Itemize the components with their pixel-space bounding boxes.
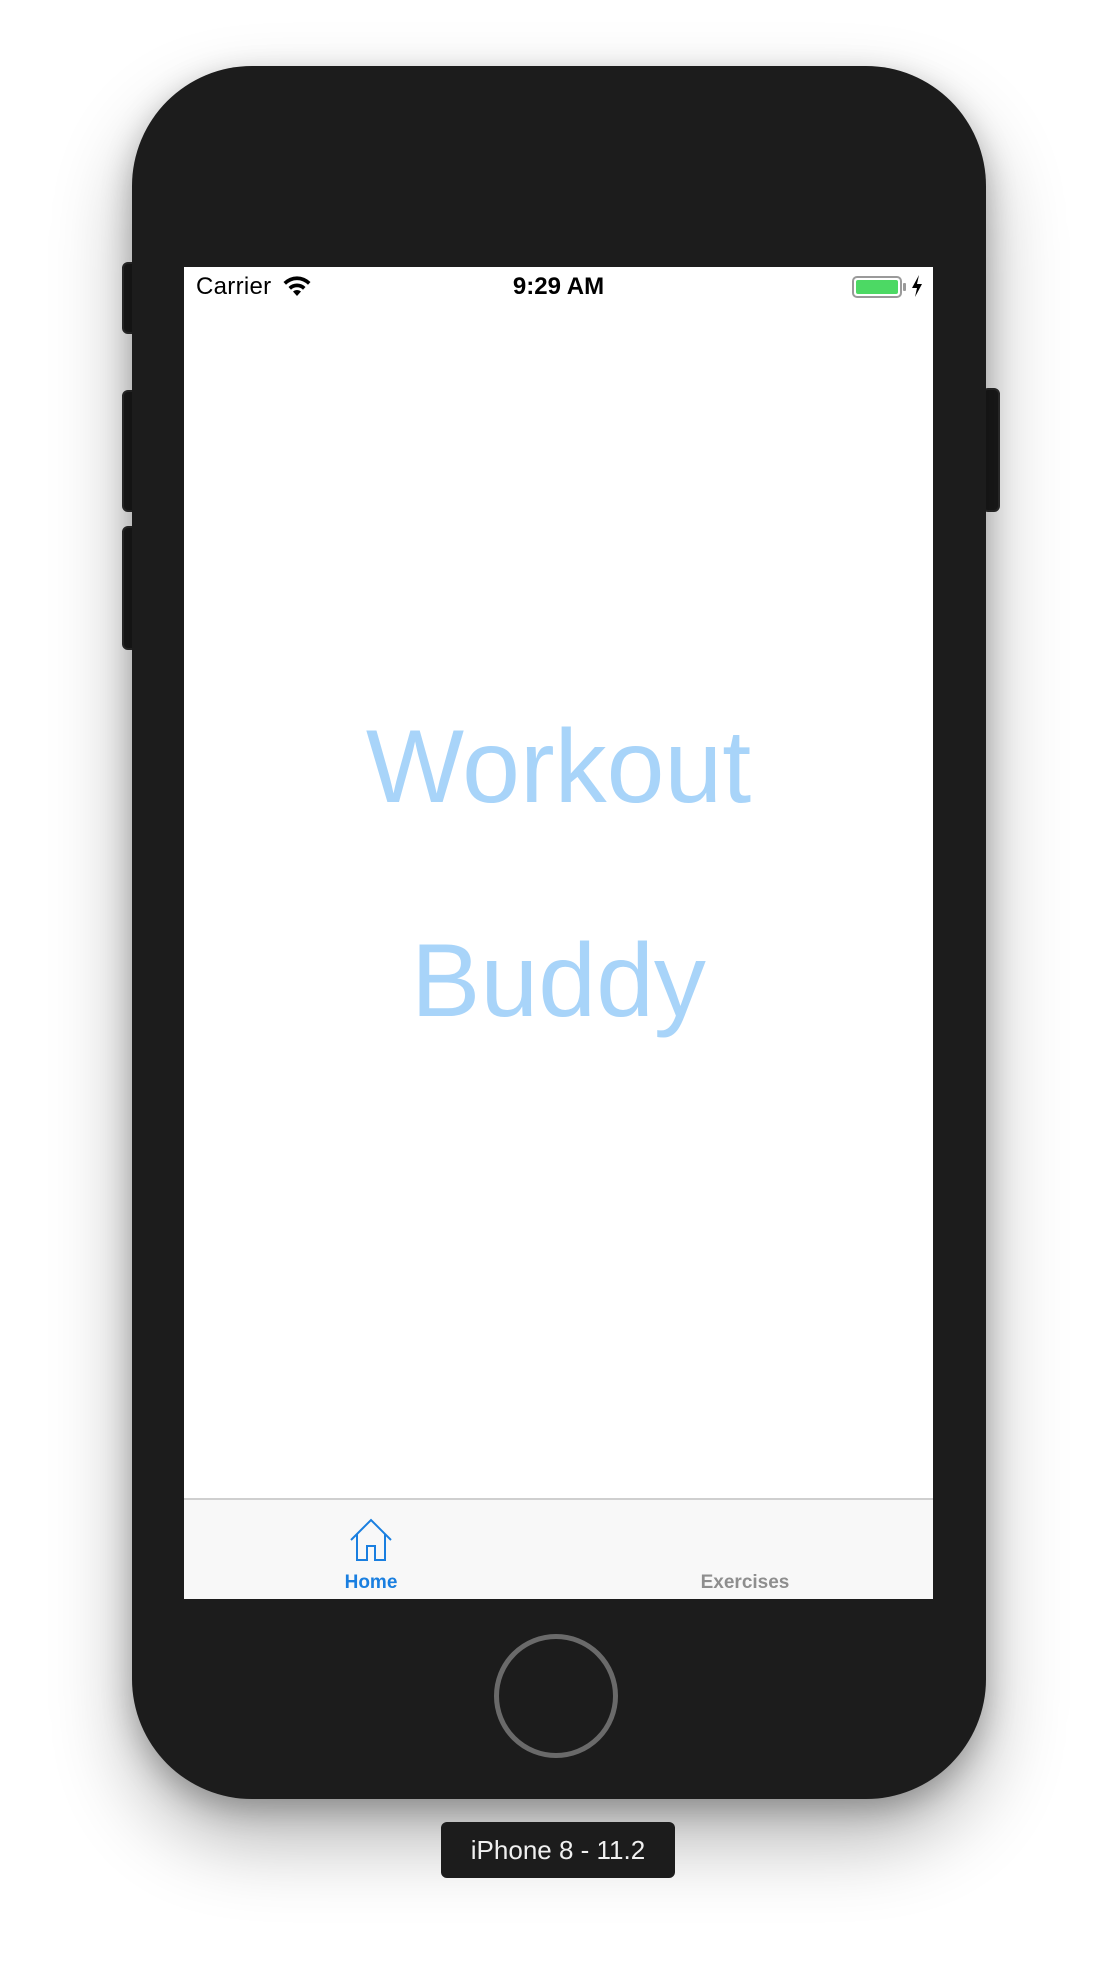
tab-home[interactable]: Home bbox=[184, 1500, 558, 1599]
tab-exercises[interactable]: Exercises bbox=[558, 1500, 932, 1599]
tab-exercises-label: Exercises bbox=[700, 1572, 790, 1593]
app-title-line-1: Workout bbox=[365, 709, 752, 825]
home-button[interactable] bbox=[494, 1634, 618, 1758]
simulator-window: Carrier 9:29 AM Workout Buddy Home Exerc… bbox=[0, 0, 1118, 1962]
device-label: iPhone 8 - 11.2 bbox=[441, 1822, 675, 1878]
tab-home-label: Home bbox=[344, 1572, 398, 1593]
app-title-line-2: Buddy bbox=[411, 923, 706, 1039]
house-icon bbox=[350, 1518, 392, 1561]
status-bar: Carrier 9:29 AM bbox=[184, 267, 933, 307]
battery-icon bbox=[852, 276, 906, 298]
status-time: 9:29 AM bbox=[512, 273, 605, 300]
app-screen: Carrier 9:29 AM Workout Buddy Home Exerc… bbox=[184, 267, 933, 1599]
charging-bolt-icon bbox=[912, 275, 922, 297]
tab-bar: Home Exercises bbox=[184, 1498, 933, 1599]
